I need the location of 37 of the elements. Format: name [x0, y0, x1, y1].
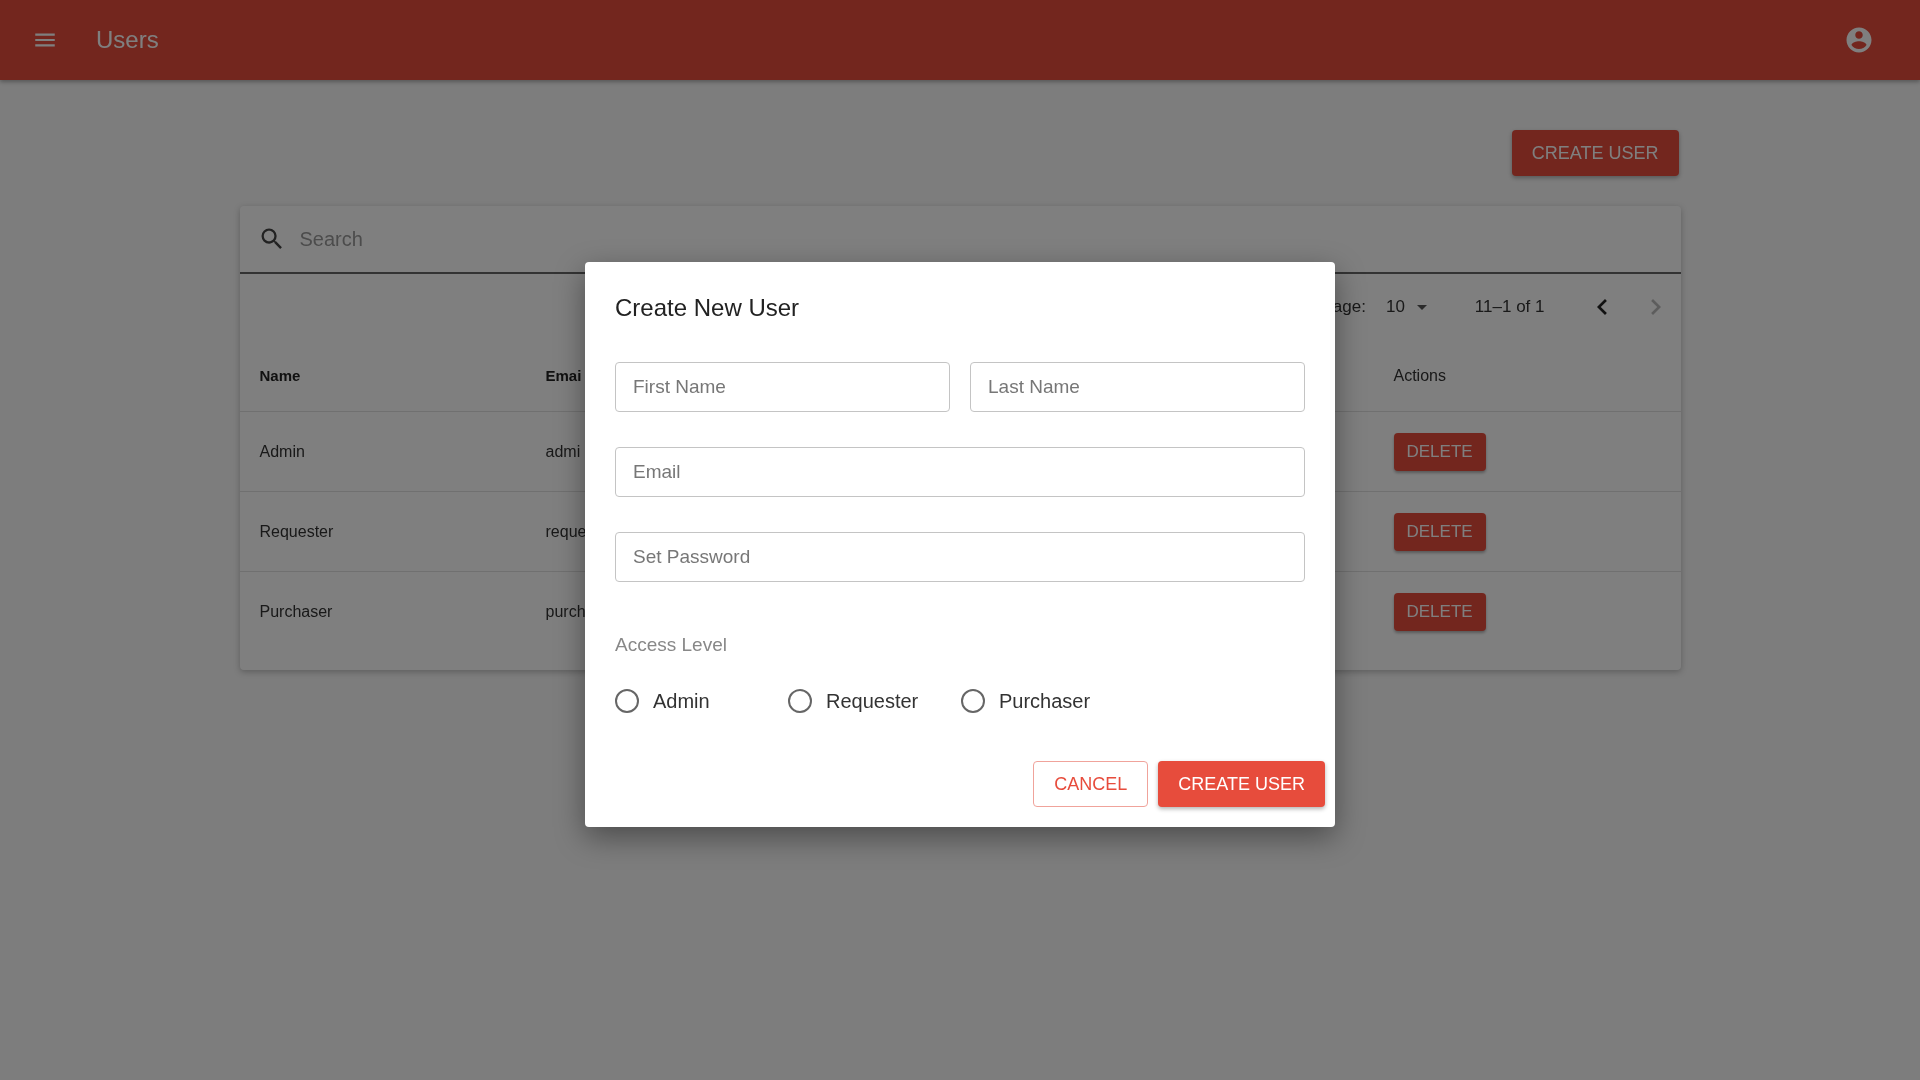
previous-page-button[interactable]: [1596, 299, 1607, 315]
column-header: Actions: [1393, 366, 1446, 385]
create-user-button[interactable]: CREATE USER: [1158, 761, 1325, 807]
delete-button[interactable]: DELETE: [1393, 512, 1486, 551]
delete-button[interactable]: DELETE: [1393, 592, 1486, 631]
input-field[interactable]: Email: [615, 447, 1305, 497]
page-title: Users: [96, 26, 160, 54]
chevron-left-icon: [1596, 299, 1607, 315]
create-user-button[interactable]: CREATE USER: [1511, 130, 1679, 176]
account-icon: [1844, 25, 1874, 55]
table-cell: admi: [545, 442, 581, 461]
radio-label[interactable]: Admin: [653, 689, 710, 713]
chevron-right-icon: [1650, 299, 1661, 315]
column-header: Name: [259, 367, 301, 384]
input-field[interactable]: Last Name: [970, 362, 1305, 412]
radio-label[interactable]: Requester: [826, 689, 919, 713]
radio-button[interactable]: [788, 689, 812, 713]
table-cell: Admin: [259, 442, 305, 461]
dialog-title: Create New User: [615, 293, 800, 323]
account-button[interactable]: [1844, 25, 1874, 55]
table-cell: reque: [545, 522, 587, 541]
input-field[interactable]: First Name: [615, 362, 950, 412]
radio-label[interactable]: Purchaser: [999, 689, 1091, 713]
table-cell: Purchaser: [259, 602, 333, 621]
access-level-label: Access Level: [615, 634, 727, 656]
delete-button[interactable]: DELETE: [1393, 432, 1486, 471]
input-field[interactable]: Set Password: [615, 532, 1305, 582]
rows-per-page-label: age:: [1332, 297, 1366, 317]
radio-button[interactable]: [961, 689, 985, 713]
radio-button[interactable]: [615, 689, 639, 713]
page-range: 11–1 of 1: [1474, 297, 1545, 317]
cancel-button[interactable]: CANCEL: [1033, 761, 1149, 807]
column-header: Emai: [545, 367, 582, 384]
table-cell: purch: [545, 602, 586, 621]
table-cell: Requester: [259, 522, 334, 541]
caret-down-icon: [1416, 304, 1427, 310]
rows-per-page-select[interactable]: 10: [1385, 297, 1427, 317]
